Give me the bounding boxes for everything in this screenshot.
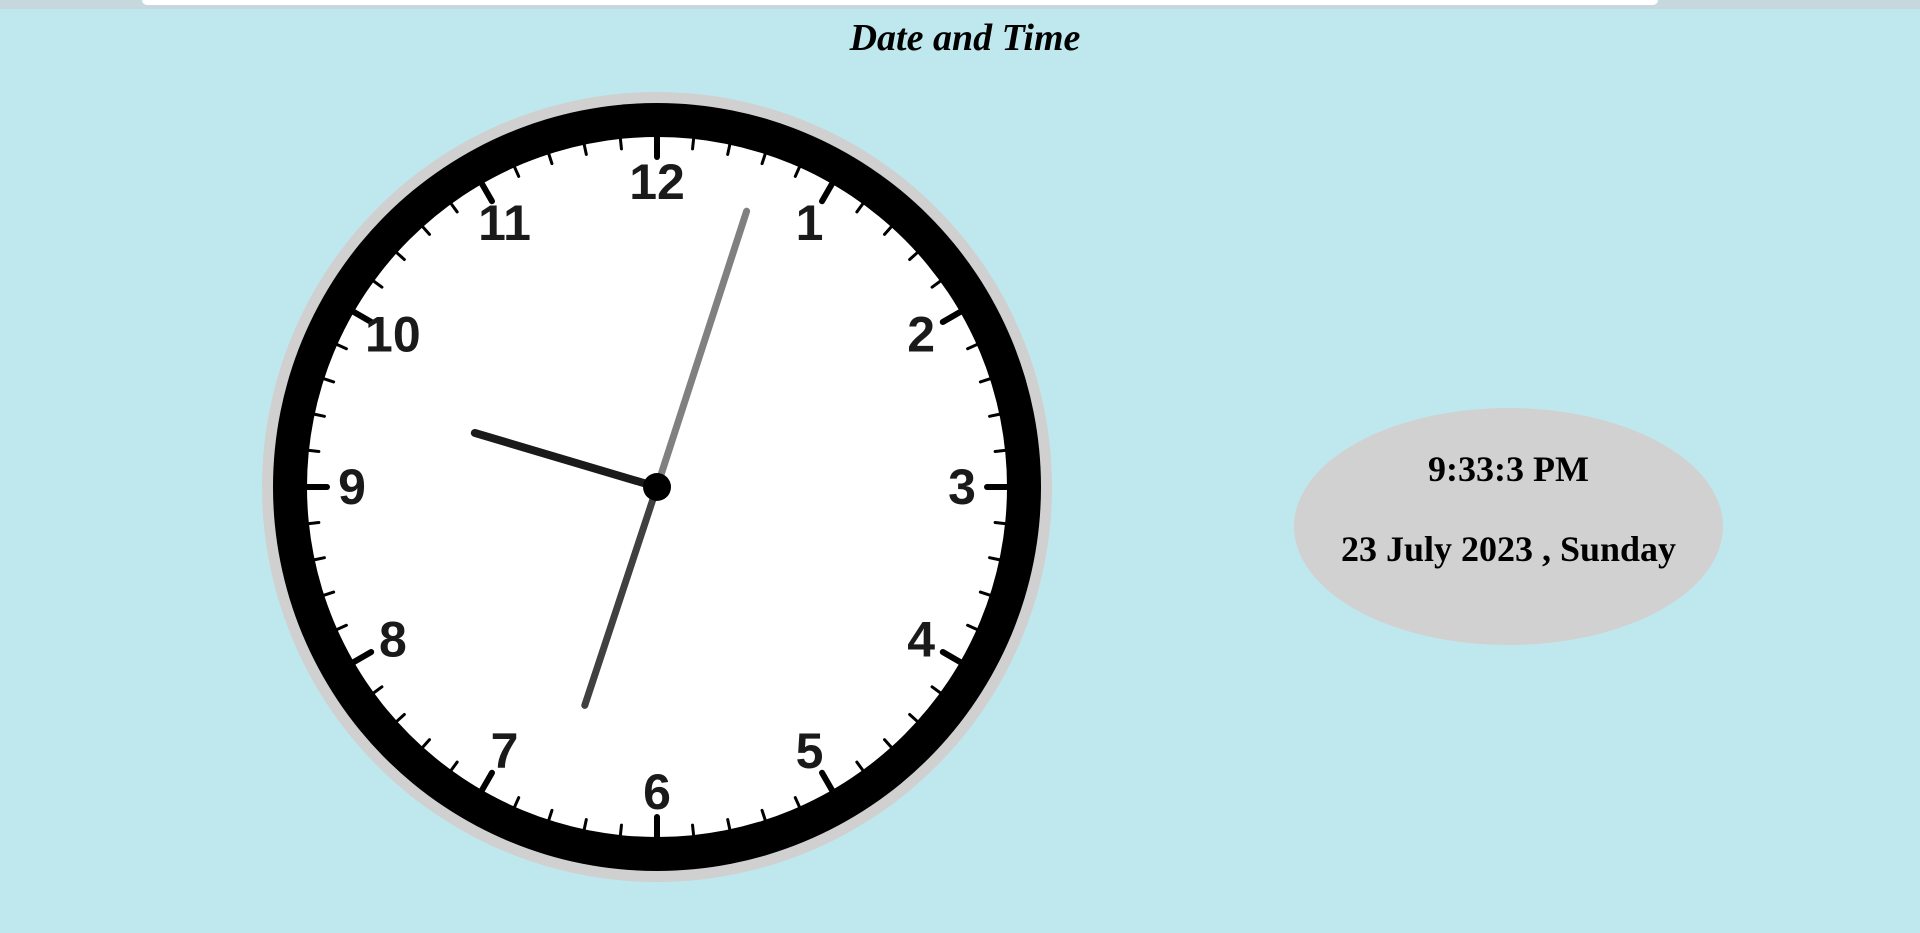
digital-clock-display: 9:33:3 PM 23 July 2023 , Sunday [1294, 408, 1723, 645]
minute-tick [988, 556, 1001, 562]
clock-numeral-7: 7 [491, 723, 519, 779]
minute-tick [582, 818, 588, 831]
minute-tick [726, 143, 732, 156]
clock-numeral-6: 6 [643, 764, 671, 820]
minute-tick [313, 412, 326, 418]
page-title: Date and Time [849, 17, 1081, 59]
analog-clock: 12 1 2 3 4 5 6 7 8 9 10 11 [260, 90, 1055, 885]
clock-numeral-4: 4 [907, 612, 935, 668]
digital-time: 9:33:3 PM [1428, 449, 1589, 489]
clock-numeral-5: 5 [796, 723, 824, 779]
clock-center-cap [643, 473, 671, 501]
clock-numeral-8: 8 [379, 612, 407, 668]
clock-numeral-2: 2 [907, 307, 935, 363]
clock-numeral-9: 9 [338, 459, 366, 515]
clock-numeral-3: 3 [948, 459, 976, 515]
minute-tick [313, 556, 326, 562]
minute-tick [618, 137, 623, 151]
minute-tick [993, 448, 1007, 453]
clock-numeral-1: 1 [796, 195, 824, 251]
minute-tick [993, 521, 1007, 526]
minute-tick [988, 412, 1001, 418]
clock-face-svg: 121234567891011 [262, 92, 1052, 882]
clock-numeral-11: 11 [478, 195, 531, 251]
address-bar-edge [142, 0, 1658, 5]
minute-tick [691, 823, 696, 837]
minute-tick [691, 137, 696, 151]
minute-tick [618, 823, 623, 837]
clock-numeral-10: 10 [365, 307, 421, 363]
minute-tick [307, 521, 321, 526]
minute-tick [307, 448, 321, 453]
clock-numeral-12: 12 [629, 154, 685, 210]
digital-date: 23 July 2023 , Sunday [1340, 529, 1677, 569]
minute-tick [726, 818, 732, 831]
minute-tick [582, 143, 588, 156]
browser-top-strip [0, 0, 1920, 9]
